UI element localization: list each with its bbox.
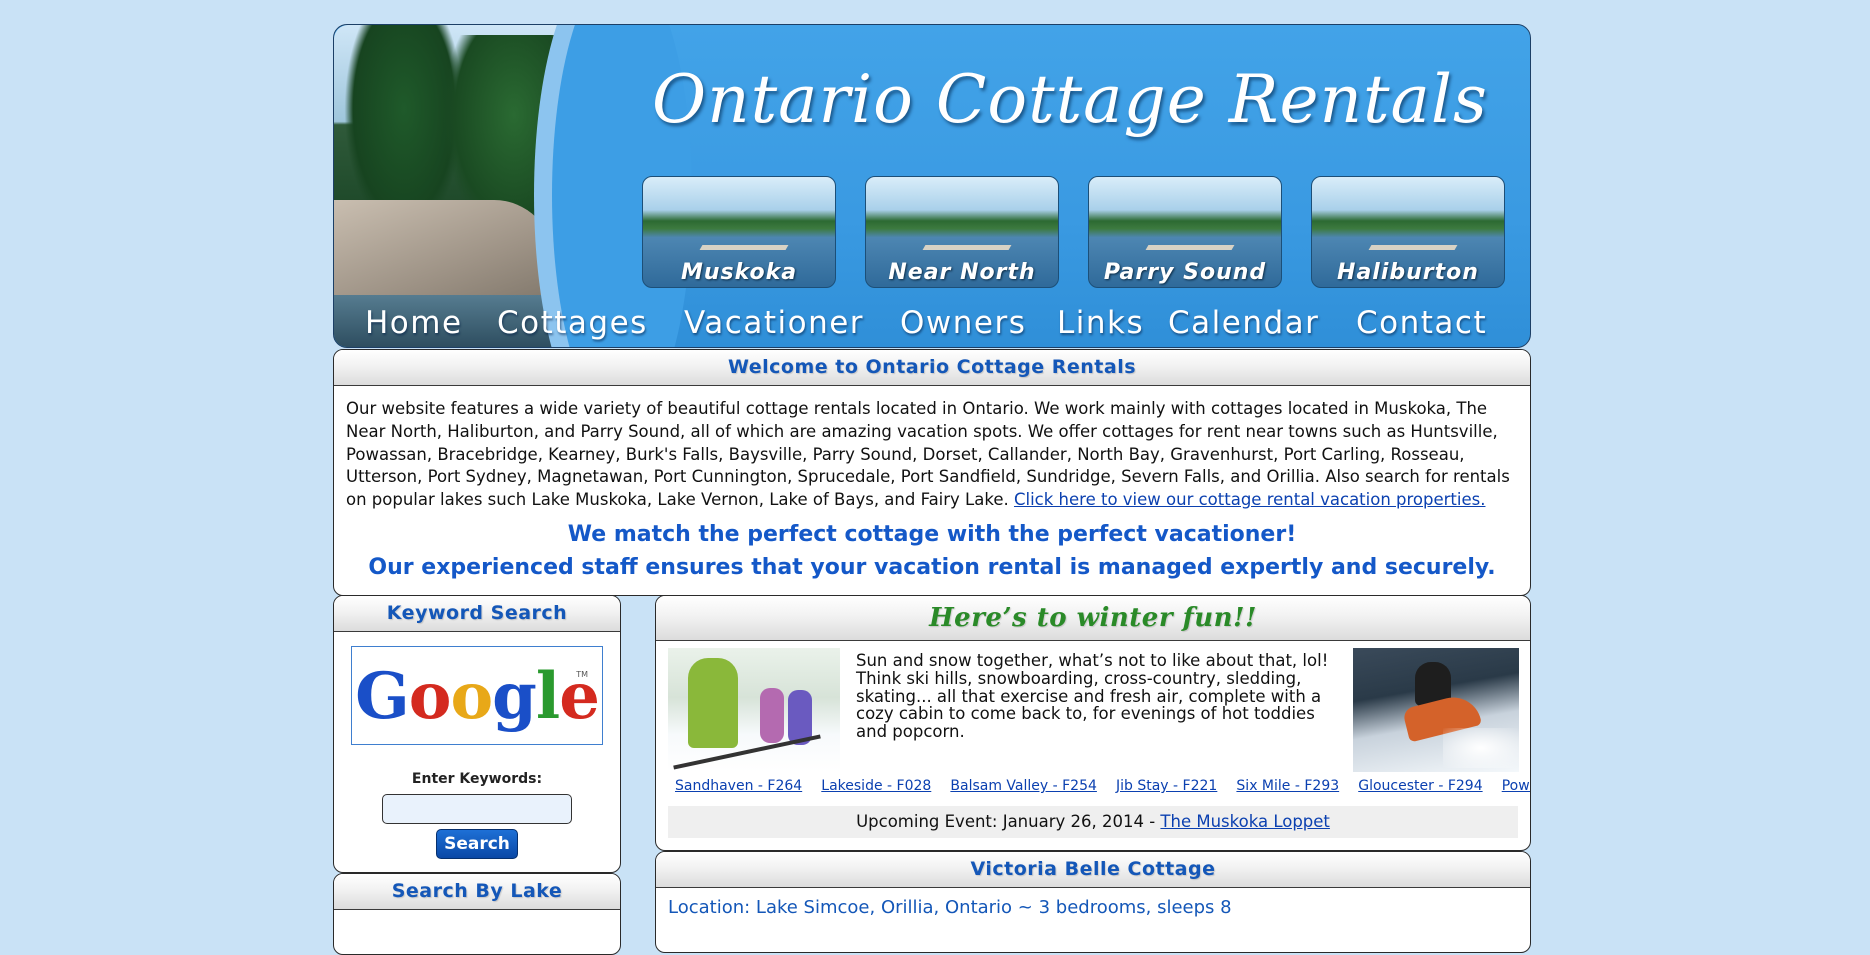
google-logo: Google TM	[351, 646, 603, 745]
cottage-link-powasi[interactable]: Powasi - F263	[1502, 778, 1530, 794]
nav-home[interactable]: Home	[365, 305, 463, 341]
victoria-belle-title: Victoria Belle Cottage	[656, 852, 1530, 888]
muskoka-loppet-link[interactable]: The Muskoka Loppet	[1160, 812, 1329, 831]
welcome-intro: Our website features a wide variety of b…	[346, 398, 1518, 512]
nav-cottages[interactable]: Cottages	[497, 305, 648, 341]
region-label: Parry Sound	[1103, 260, 1267, 285]
upcoming-event-bar: Upcoming Event: January 26, 2014 - The M…	[668, 806, 1518, 838]
region-label: Haliburton	[1337, 260, 1479, 285]
slogan-perfect-match: We match the perfect cottage with the pe…	[567, 521, 1297, 547]
region-parry-sound[interactable]: Parry Sound	[1088, 176, 1282, 288]
keyword-search-title: Keyword Search	[334, 596, 620, 632]
winter-fun-text: Sun and snow together, what’s not to lik…	[856, 651, 1329, 742]
snowmobile-photo	[1353, 648, 1519, 772]
region-label: Near North	[888, 260, 1036, 285]
site-title[interactable]: Ontario Cottage Rentals	[652, 61, 1487, 138]
nav-links[interactable]: Links	[1057, 305, 1144, 341]
nav-owners[interactable]: Owners	[900, 305, 1026, 341]
cottage-link-lakeside[interactable]: Lakeside - F028	[821, 778, 931, 794]
keywords-input[interactable]	[382, 794, 572, 824]
winter-fun-title: Here’s to winter fun!!	[656, 596, 1530, 641]
cottage-link-sandhaven[interactable]: Sandhaven - F264	[675, 778, 802, 794]
main-nav: Home Cottages Vacationer Owners Links Ca…	[334, 305, 1530, 343]
page-wrapper: Ontario Cottage Rentals Muskoka Near Nor…	[333, 24, 1531, 955]
featured-cottage-links: Sandhaven - F264 Lakeside - F028 Balsam …	[668, 775, 1530, 794]
nav-calendar[interactable]: Calendar	[1168, 305, 1319, 341]
google-tm: TM	[576, 670, 588, 679]
nav-vacationer[interactable]: Vacationer	[684, 305, 864, 341]
welcome-title: Welcome to Ontario Cottage Rentals	[334, 350, 1530, 386]
cottage-link-six-mile[interactable]: Six Mile - F293	[1236, 778, 1339, 794]
upcoming-event-text: Upcoming Event: January 26, 2014 -	[856, 812, 1161, 831]
view-properties-link[interactable]: Click here to view our cottage rental va…	[1014, 490, 1486, 509]
cottage-link-gloucester[interactable]: Gloucester - F294	[1358, 778, 1482, 794]
region-muskoka[interactable]: Muskoka	[642, 176, 836, 288]
welcome-panel: Welcome to Ontario Cottage Rentals Our w…	[333, 349, 1531, 596]
keywords-label: Enter Keywords:	[411, 771, 543, 787]
winter-fun-panel: Here’s to winter fun!! Sun and snow toge…	[655, 595, 1531, 851]
region-label: Muskoka	[680, 260, 798, 285]
google-logo-text: Google	[355, 659, 600, 734]
cottage-link-balsam-valley[interactable]: Balsam Valley - F254	[950, 778, 1097, 794]
nav-contact[interactable]: Contact	[1356, 305, 1487, 341]
skiing-family-photo	[668, 648, 840, 772]
slogan-experienced-staff: Our experienced staff ensures that your …	[368, 554, 1496, 580]
cottage-link-jib-stay[interactable]: Jib Stay - F221	[1116, 778, 1217, 794]
lake-search-panel: Search By Lake	[333, 873, 621, 955]
site-header: Ontario Cottage Rentals Muskoka Near Nor…	[333, 24, 1531, 348]
search-button[interactable]: Search	[436, 829, 518, 859]
region-haliburton[interactable]: Haliburton	[1311, 176, 1505, 288]
keyword-search-panel: Keyword Search Google TM Enter Keywords:…	[333, 595, 621, 873]
lake-search-title: Search By Lake	[334, 874, 620, 910]
region-near-north[interactable]: Near North	[865, 176, 1059, 288]
victoria-belle-panel: Victoria Belle Cottage Location: Lake Si…	[655, 851, 1531, 953]
